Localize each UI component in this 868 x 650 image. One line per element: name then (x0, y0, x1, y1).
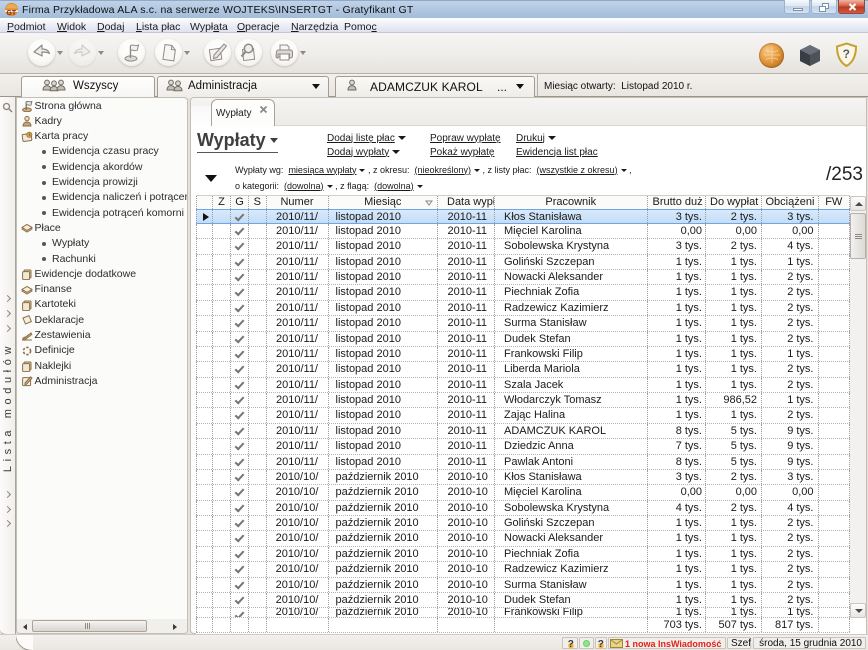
svg-text:?: ? (568, 639, 574, 649)
svg-text:?: ? (598, 639, 604, 649)
svg-text:GT: GT (6, 10, 16, 17)
svg-text:?: ? (843, 47, 850, 61)
